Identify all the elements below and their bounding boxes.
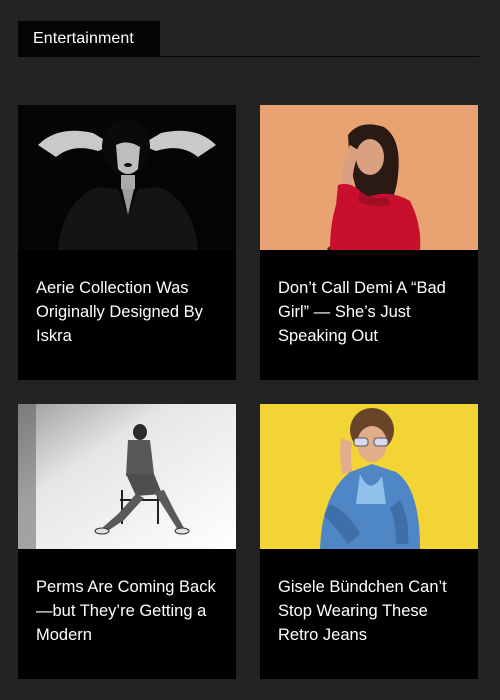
section-title[interactable]: Entertainment — [18, 21, 160, 56]
article-card[interactable]: Don’t Call Demi A “Bad Girl” — She’s Jus… — [260, 105, 478, 380]
article-title[interactable]: Don’t Call Demi A “Bad Girl” — She’s Jus… — [278, 276, 468, 348]
article-title[interactable]: Gisele Bündchen Can’t Stop Wearing These… — [278, 575, 468, 647]
article-card[interactable]: Perms Are Coming Back—but They’re Gettin… — [18, 404, 236, 679]
article-title[interactable]: Perms Are Coming Back—but They’re Gettin… — [36, 575, 226, 647]
article-image[interactable] — [260, 404, 478, 549]
article-title[interactable]: Aerie Collection Was Originally Designed… — [36, 276, 226, 348]
article-image[interactable] — [18, 404, 236, 549]
section-header: Entertainment — [18, 21, 479, 57]
article-card[interactable]: Aerie Collection Was Originally Designed… — [18, 105, 236, 380]
article-image[interactable] — [260, 105, 478, 250]
article-image[interactable] — [18, 105, 236, 250]
article-card[interactable]: Gisele Bündchen Can’t Stop Wearing These… — [260, 404, 478, 679]
